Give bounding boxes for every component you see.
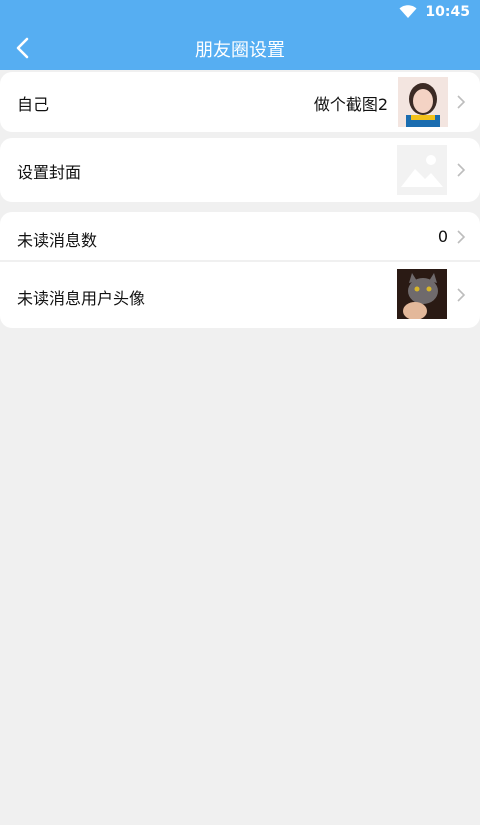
cover-placeholder-image-icon: [397, 145, 447, 195]
cover-row[interactable]: 设置封面: [0, 138, 480, 202]
chevron-right-icon: [457, 288, 466, 302]
unread-user-avatar: [397, 269, 447, 319]
status-bar: 10:45: [0, 0, 480, 26]
self-value: 做个截图2: [313, 95, 388, 114]
unread-settings-card: 未读消息数 0 未读消息用户头像: [0, 212, 480, 328]
self-row[interactable]: 自己 做个截图2: [0, 72, 480, 132]
unread-count-row[interactable]: 未读消息数 0: [0, 212, 480, 260]
app-bar: 朋友圈设置: [0, 26, 480, 70]
cover-label: 设置封面: [17, 163, 82, 182]
page-title: 朋友圈设置: [195, 40, 285, 61]
status-time: 10:45: [425, 4, 470, 20]
self-avatar: [398, 77, 448, 127]
chevron-right-icon: [457, 163, 466, 177]
chevron-right-icon: [457, 95, 466, 109]
chevron-right-icon: [457, 230, 466, 244]
unread-avatar-label: 未读消息用户头像: [17, 289, 146, 308]
unread-avatar-row[interactable]: 未读消息用户头像: [0, 262, 480, 328]
wifi-icon: [399, 5, 417, 18]
unread-count-value: 0: [437, 227, 448, 246]
self-label: 自己: [17, 95, 50, 114]
unread-count-label: 未读消息数: [17, 231, 98, 250]
